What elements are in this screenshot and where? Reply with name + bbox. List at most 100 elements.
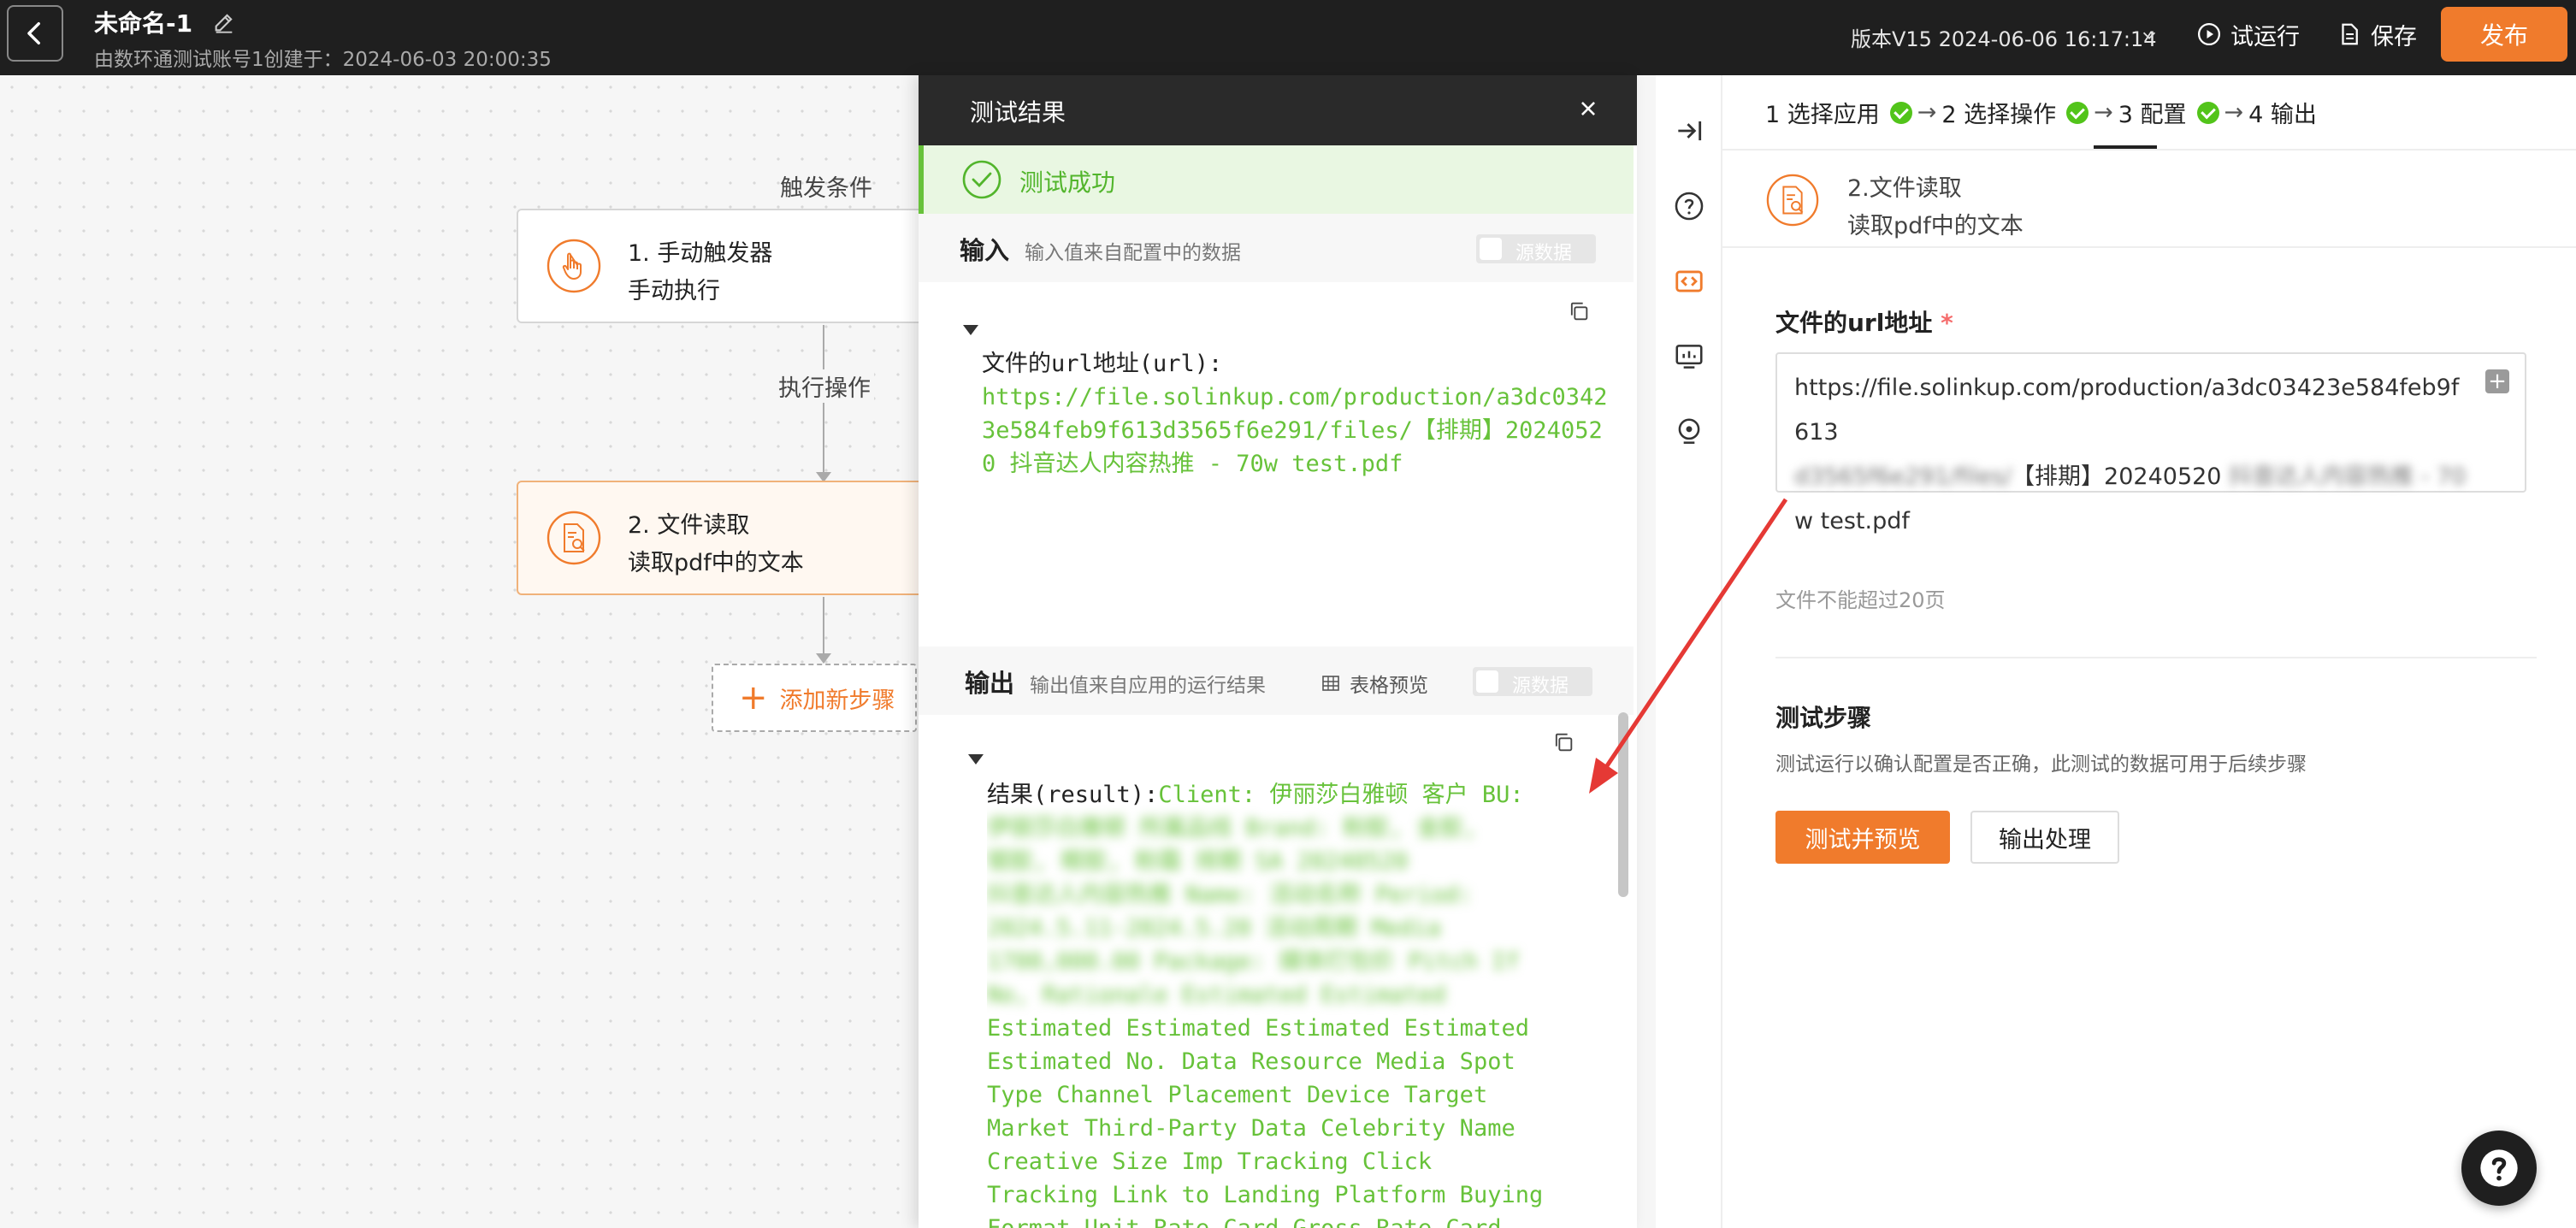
output-line: Estimated No. Data Resource Media Spot — [987, 1048, 1515, 1075]
output-desc: 输出值来自应用的运行结果 — [1030, 675, 1266, 697]
success-text: 测试成功 — [1019, 168, 1116, 197]
action-label: 执行操作 — [775, 369, 874, 403]
test-result-title: 测试结果 — [970, 98, 1066, 127]
help-circle-icon[interactable] — [1673, 190, 1705, 222]
selected-app-header: 2.文件读取 读取pdf中的文本 — [1722, 151, 2576, 248]
input-value: https://file.solinkup.com/production/a3d… — [982, 384, 1608, 477]
step-tabs: 1 选择应用 → 2 选择操作 → 3 配置 → 4 输出 — [1765, 96, 2317, 129]
url-field-label-text: 文件的url地址 — [1775, 309, 1933, 337]
input-title: 输入 — [960, 236, 1010, 265]
toggle-knob — [1480, 238, 1502, 260]
input-section-header: 输入 输入值来自配置中的数据 源数据 — [919, 214, 1634, 282]
test-step-desc: 测试运行以确认配置是否正确，此测试的数据可用于后续步骤 — [1775, 753, 2307, 776]
check-circle-icon — [962, 160, 1001, 199]
connector-line — [823, 597, 824, 657]
output-line: Type Channel Placement Device Target — [987, 1082, 1488, 1108]
app-name: 2.文件读取 — [1847, 175, 1962, 202]
test-and-preview-button[interactable]: 测试并预览 — [1775, 811, 1950, 864]
question-icon — [2480, 1149, 2518, 1187]
connector-arrow — [816, 653, 831, 664]
output-title: 输出 — [965, 669, 1015, 698]
output-scrollbar[interactable] — [1618, 712, 1628, 897]
play-circle-icon — [2198, 23, 2220, 45]
collapse-panel-icon[interactable] — [1673, 115, 1705, 147]
document-icon — [2342, 23, 2358, 45]
url-line: https://file.solinkup.com/production/a3d… — [1794, 375, 2460, 446]
code-config-icon[interactable] — [1673, 265, 1705, 298]
version-selector[interactable]: 版本V15 2024-06-06 16:17:14 — [1851, 22, 2156, 52]
arrow-right-icon: → — [2224, 99, 2244, 126]
step-tab-select-app[interactable]: 1 选择应用 — [1765, 96, 1880, 129]
app-action: 读取pdf中的文本 — [1847, 213, 2024, 239]
output-raw-data-toggle[interactable]: 源数据 — [1473, 667, 1592, 697]
save-button[interactable]: 保存 — [2337, 17, 2417, 51]
step-tab-select-action[interactable]: 2 选择操作 — [1941, 96, 2056, 129]
plus-icon: + — [739, 678, 768, 717]
url-line: w test.pdf — [1794, 508, 1910, 534]
output-blurred-line: 伊丽莎白雅顿 所属品线 Brand: 粉胶, 金胶, — [987, 815, 1478, 841]
insert-variable-icon[interactable]: + — [2485, 369, 2509, 393]
output-value-start: Client: 伊丽莎白雅顿 客户 BU: — [1158, 782, 1524, 808]
table-preview-button[interactable]: 表格预览 — [1320, 669, 1428, 698]
url-input[interactable]: https://file.solinkup.com/production/a3d… — [1775, 352, 2526, 534]
test-step-title: 测试步骤 — [1775, 704, 1872, 732]
close-icon[interactable] — [1574, 94, 1603, 123]
copy-icon[interactable] — [1551, 730, 1575, 754]
output-line: Estimated Estimated Estimated Estimated — [987, 1015, 1529, 1042]
success-banner: 测试成功 — [919, 145, 1634, 214]
node-title: 2. 文件读取 — [628, 512, 750, 539]
input-raw-data-toggle[interactable]: 源数据 — [1476, 234, 1596, 264]
step-tab-output[interactable]: 4 输出 — [2248, 96, 2317, 129]
file-read-node[interactable]: 2. 文件读取 读取pdf中的文本 — [517, 481, 927, 595]
table-preview-label: 表格预览 — [1350, 675, 1428, 697]
node-subtitle: 读取pdf中的文本 — [628, 550, 804, 576]
location-pin-icon[interactable] — [1673, 416, 1705, 448]
collapse-triangle-icon[interactable] — [968, 754, 984, 765]
url-blurred-part: d3565f6e291/files/ — [1794, 463, 2012, 490]
arrow-right-icon: → — [1917, 99, 1937, 126]
node-subtitle: 手动执行 — [628, 278, 720, 304]
file-search-icon — [1766, 174, 1819, 227]
save-label: 保存 — [2371, 23, 2417, 50]
output-line: Format Unit Rate Card Gross Rate Card — [987, 1212, 1620, 1228]
edit-icon[interactable] — [212, 10, 236, 34]
check-icon — [2196, 101, 2219, 124]
chevron-left-icon — [27, 21, 40, 45]
hand-pointer-icon — [547, 239, 601, 293]
node-title: 1. 手动触发器 — [628, 240, 773, 267]
output-blurred-line: 银胶, 眼胶, 粉霜 排期 SA 20240520 — [987, 848, 1409, 875]
collapse-triangle-icon[interactable] — [963, 325, 978, 335]
monitor-chart-icon[interactable] — [1673, 340, 1705, 373]
output-key: 结果(result): — [987, 782, 1159, 808]
url-blurred-part: 抖音达人内容热推 - 70 — [2229, 463, 2467, 490]
add-step-label: 添加新步骤 — [779, 687, 895, 714]
input-key: 文件的url地址(url): — [982, 351, 1223, 377]
toggle-knob — [1476, 670, 1498, 693]
step-tab-configure[interactable]: 3 配置 — [2118, 96, 2187, 129]
publish-button[interactable]: 发布 — [2441, 7, 2567, 62]
trial-run-label: 试运行 — [2230, 23, 2300, 50]
chevron-down-icon[interactable] — [2140, 26, 2159, 44]
url-hint: 文件不能超过20页 — [1775, 588, 1946, 612]
output-code-block: 结果(result):Client: 伊丽莎白雅顿 客户 BU: 伊丽莎白雅顿 … — [987, 778, 1620, 1228]
output-section-header: 输出 输出值来自应用的运行结果 表格预览 源数据 — [919, 646, 1634, 715]
output-blurred-line: 1700,000.00 Package: 媒体打包价 Pitch If — [987, 948, 1520, 975]
output-blurred-line: No, Rationale Estimated Estimated — [987, 982, 1446, 1008]
document-subtitle: 由数环通测试账号1创建于：2024-06-03 20:00:35 — [94, 49, 552, 71]
required-asterisk: * — [1941, 309, 1953, 337]
output-processing-button[interactable]: 输出处理 — [1970, 811, 2119, 864]
top-bar: 未命名-1 由数环通测试账号1创建于：2024-06-03 20:00:35 版… — [0, 0, 2576, 75]
toggle-label: 源数据 — [1515, 243, 1573, 264]
copy-icon[interactable] — [1567, 299, 1591, 323]
back-button[interactable] — [7, 5, 63, 62]
input-desc: 输入值来自配置中的数据 — [1025, 242, 1241, 264]
check-icon — [2066, 101, 2089, 124]
help-button[interactable] — [2461, 1131, 2537, 1206]
trigger-node[interactable]: 1. 手动触发器 手动执行 — [517, 209, 927, 323]
workflow-canvas[interactable]: 触发条件 1. 手动触发器 手动执行 执行操作 2. 文件读取 读取pdf中的文… — [0, 75, 927, 1228]
output-line: Market Third-Party Data Celebrity Name — [987, 1115, 1515, 1142]
add-step-button[interactable]: + 添加新步骤 — [712, 664, 917, 732]
trial-run-button[interactable]: 试运行 — [2196, 17, 2300, 51]
arrow-right-icon: → — [2094, 99, 2113, 126]
toggle-label: 源数据 — [1512, 676, 1569, 697]
